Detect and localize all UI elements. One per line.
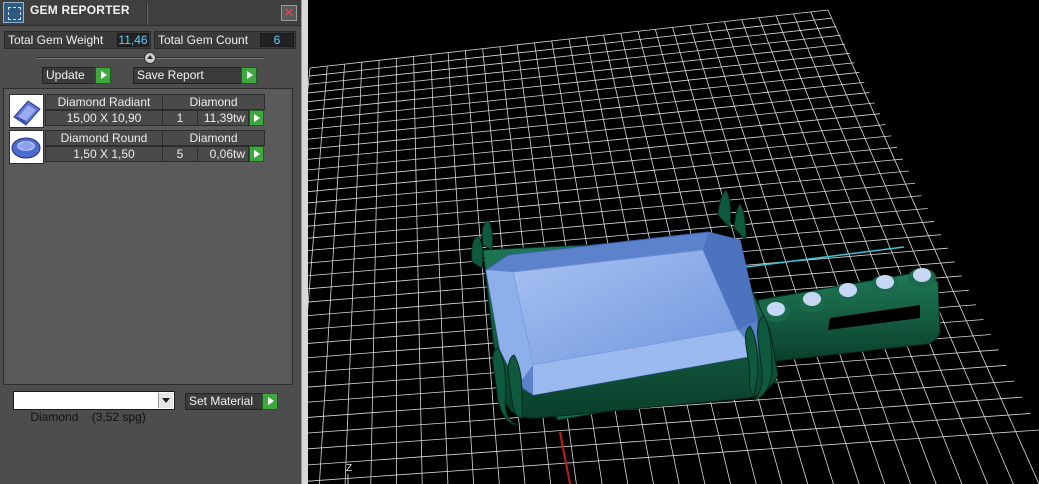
gem-row-go-icon[interactable] xyxy=(249,146,264,162)
gem-weight: 0,06tw xyxy=(197,146,249,162)
save-report-button[interactable]: Save Report xyxy=(133,67,257,84)
gem-row-go-icon[interactable] xyxy=(249,110,264,126)
round-cut-gem-icon xyxy=(9,130,44,164)
3d-viewport[interactable]: Z xyxy=(308,0,1039,484)
set-material-button[interactable]: Set Material xyxy=(185,393,278,410)
window-title: GEM REPORTER xyxy=(30,3,130,17)
total-gem-count-value: 6 xyxy=(260,33,294,47)
gem-row-radiant[interactable]: Diamond Radiant Diamond 15,00 X 10,90 1 … xyxy=(9,94,272,129)
panel-divider[interactable] xyxy=(301,0,308,484)
title-separator xyxy=(146,3,148,24)
update-button[interactable]: Update xyxy=(42,67,111,84)
radiant-cut-gem-icon xyxy=(9,94,44,128)
gem-material: Diamond xyxy=(162,130,265,146)
gem-count: 1 xyxy=(162,110,198,126)
update-go-icon[interactable] xyxy=(95,67,111,84)
material-select[interactable]: Diamond (3,52 spg) xyxy=(13,391,175,424)
gem-material: Diamond xyxy=(162,94,265,110)
gem-count: 5 xyxy=(162,146,198,162)
update-button-label: Update xyxy=(46,68,85,82)
total-gem-count: Total Gem Count 6 xyxy=(154,31,296,49)
gem-weight: 11,39tw xyxy=(197,110,249,126)
z-axis-label: Z xyxy=(346,463,352,474)
gem-size: 1,50 X 1,50 xyxy=(45,146,163,162)
gem-reporter-icon xyxy=(3,2,24,23)
chevron-down-icon[interactable] xyxy=(158,393,173,408)
save-report-button-label: Save Report xyxy=(137,68,204,82)
gem-size: 15,00 X 10,90 xyxy=(45,110,163,126)
viewport-scene: Z xyxy=(308,9,1039,484)
title-bar: GEM REPORTER ✕ xyxy=(0,0,301,26)
gem-name: Diamond Radiant xyxy=(45,94,163,110)
set-material-go-icon[interactable] xyxy=(262,393,278,410)
gem-reporter-panel: GEM REPORTER ✕ Total Gem Weight 11,46 To… xyxy=(0,0,301,484)
gem-name: Diamond Round xyxy=(45,130,163,146)
material-select-value: Diamond (3,52 spg) xyxy=(30,410,146,424)
total-gem-weight: Total Gem Weight 11,46 xyxy=(4,31,151,49)
collapse-toggle-icon[interactable] xyxy=(144,52,156,64)
close-icon[interactable]: ✕ xyxy=(281,5,297,21)
save-report-go-icon[interactable] xyxy=(241,67,257,84)
gem-row-round[interactable]: Diamond Round Diamond 1,50 X 1,50 5 0,06… xyxy=(9,130,272,165)
z-axis-line xyxy=(559,431,571,484)
total-gem-weight-value: 11,46 xyxy=(117,33,149,47)
set-material-button-label: Set Material xyxy=(189,394,254,408)
gem-list: Diamond Radiant Diamond 15,00 X 10,90 1 … xyxy=(3,88,293,385)
total-gem-count-label: Total Gem Count xyxy=(158,33,249,47)
total-gem-weight-label: Total Gem Weight xyxy=(8,33,104,47)
